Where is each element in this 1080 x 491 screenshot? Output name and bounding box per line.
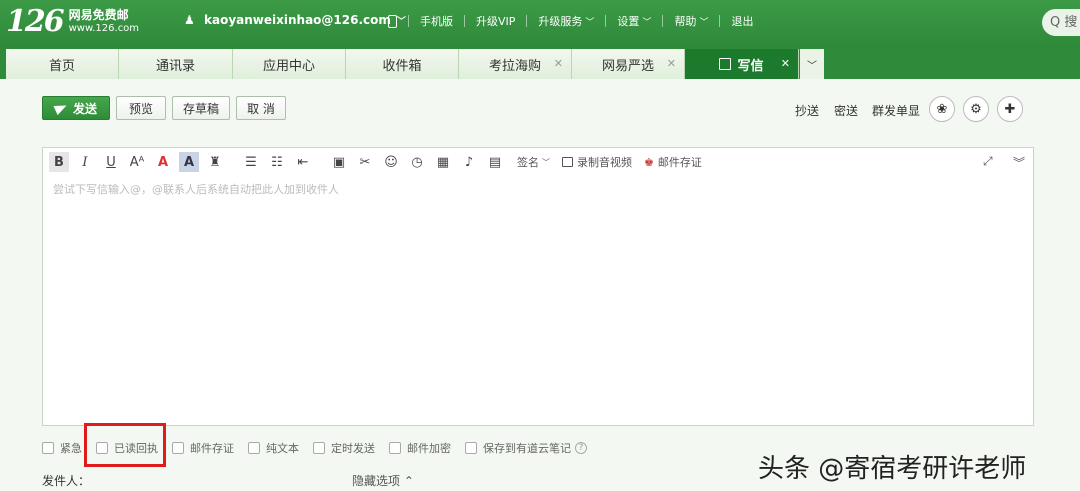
tab-kaola[interactable]: 考拉海购 ✕ bbox=[459, 49, 572, 79]
account-menu[interactable]: ♟ kaoyanweixinhao@126.com ﹀ bbox=[184, 13, 406, 27]
cancel-button[interactable]: 取 消 bbox=[236, 96, 286, 120]
hide-options-link[interactable]: 隐藏选项 ⌃ bbox=[352, 472, 414, 489]
sender-label: 发件人： bbox=[42, 474, 91, 488]
font-size-icon[interactable]: Aᴬ bbox=[127, 152, 147, 172]
cc-link[interactable]: 抄送 bbox=[795, 102, 819, 119]
search-input[interactable]: Q 搜 bbox=[1042, 9, 1080, 36]
logo[interactable]: 126 网易免费邮 www.126.com bbox=[6, 5, 139, 39]
collapse-toolbar-icon[interactable]: ︾ bbox=[1013, 154, 1025, 171]
indent-icon[interactable]: ⇤ bbox=[293, 152, 313, 172]
time-icon[interactable]: ◷ bbox=[407, 152, 427, 172]
stamp-icon: ♚ bbox=[644, 155, 654, 169]
checkbox[interactable] bbox=[465, 442, 477, 454]
logo-name: 网易免费邮 bbox=[68, 8, 129, 22]
tab-inbox[interactable]: 收件箱 bbox=[346, 49, 459, 79]
list-icon[interactable]: ☷ bbox=[267, 152, 287, 172]
tab-app-center[interactable]: 应用中心 bbox=[233, 49, 346, 79]
checkbox[interactable] bbox=[389, 442, 401, 454]
mail-evidence-button[interactable]: ♚ 邮件存证 bbox=[644, 154, 702, 170]
help-icon[interactable]: ? bbox=[575, 442, 587, 454]
send-icon bbox=[53, 100, 69, 116]
close-icon[interactable]: ✕ bbox=[667, 57, 676, 70]
bold-icon[interactable]: B bbox=[49, 152, 69, 172]
tab-yanxuan[interactable]: 网易严选 ✕ bbox=[572, 49, 685, 79]
calendar-icon[interactable]: ▦ bbox=[433, 152, 453, 172]
top-bar: 126 网易免费邮 www.126.com ♟ kaoyanweixinhao@… bbox=[0, 0, 1080, 46]
expand-icon[interactable]: ⤢ bbox=[983, 154, 993, 169]
add-contact-icon[interactable]: ✚ bbox=[997, 96, 1023, 122]
link-upgrade-service[interactable]: 升级服务 bbox=[538, 13, 582, 29]
editor-placeholder: 尝试下写信输入@，@联系人后系统自动把此人加到收件人 bbox=[53, 183, 339, 196]
option-scheduled-send[interactable]: 定时发送 bbox=[313, 440, 375, 456]
checkbox[interactable] bbox=[42, 442, 54, 454]
checkbox[interactable] bbox=[313, 442, 325, 454]
tab-more-button[interactable]: ﹀ bbox=[800, 49, 824, 79]
tab-contacts[interactable]: 通讯录 bbox=[119, 49, 233, 79]
underline-icon[interactable]: U bbox=[101, 152, 121, 172]
tab-bar: 首页 通讯录 应用中心 收件箱 考拉海购 ✕ 网易严选 ✕ 写信 ✕ ﹀ bbox=[0, 46, 1080, 79]
chevron-down-icon: ﹀ bbox=[585, 17, 595, 28]
watermark: 头条 @寄宿考研许老师 bbox=[758, 454, 1027, 484]
font-color-icon[interactable]: A bbox=[153, 152, 173, 172]
chevron-down-icon: ﹀ bbox=[642, 17, 652, 28]
user-icon: ♟ bbox=[184, 13, 195, 27]
option-urgent[interactable]: 紧急 bbox=[42, 440, 82, 456]
option-plain-text[interactable]: 纯文本 bbox=[248, 440, 299, 456]
screenshot-icon[interactable]: ✂ bbox=[355, 152, 375, 172]
send-button[interactable]: 发送 bbox=[42, 96, 110, 120]
option-save-youdao[interactable]: 保存到有道云笔记? bbox=[465, 440, 587, 456]
chevron-down-icon: ﹀ bbox=[542, 157, 550, 167]
checkbox[interactable] bbox=[248, 442, 260, 454]
close-icon[interactable]: ✕ bbox=[554, 57, 563, 70]
format-brush-icon[interactable]: ♜ bbox=[205, 152, 225, 172]
chevron-down-icon: ﹀ bbox=[807, 60, 817, 72]
separate-send-link[interactable]: 群发单显 bbox=[872, 102, 920, 119]
link-help[interactable]: 帮助 bbox=[674, 13, 696, 29]
chevron-down-icon: ﹀ bbox=[699, 17, 709, 28]
compose-toolbar: 发送 预览 存草稿 取 消 抄送 密送 群发单显 ❀ ⚙ ✚ bbox=[0, 79, 1080, 127]
mail-editor[interactable]: B I U Aᴬ A A ♜ ☰ ☷ ⇤ ▣ ✂ ☺ ◷ ▦ ♪ ▤ 签名 ﹀ 录… bbox=[42, 147, 1034, 426]
option-mail-evidence[interactable]: 邮件存证 bbox=[172, 440, 234, 456]
compose-icon bbox=[719, 58, 732, 70]
align-icon[interactable]: ☰ bbox=[241, 152, 261, 172]
save-draft-button[interactable]: 存草稿 bbox=[172, 96, 230, 120]
tab-home[interactable]: 首页 bbox=[6, 49, 119, 79]
italic-icon[interactable]: I bbox=[75, 152, 95, 172]
account-email: kaoyanweixinhao@126.com bbox=[204, 13, 391, 27]
top-links: 手机版 升级VIP 升级服务 ﹀ 设置 ﹀ 帮助 ﹀ 退出 bbox=[388, 13, 753, 29]
highlight-icon[interactable]: A bbox=[179, 152, 199, 172]
editor-toolbar: B I U Aᴬ A A ♜ ☰ ☷ ⇤ ▣ ✂ ☺ ◷ ▦ ♪ ▤ 签名 ﹀ 录… bbox=[43, 148, 1033, 176]
gear-icon[interactable]: ⚙ bbox=[963, 96, 989, 122]
close-icon[interactable]: ✕ bbox=[781, 57, 790, 70]
image-icon[interactable]: ▣ bbox=[329, 152, 349, 172]
logo-number: 126 bbox=[6, 4, 65, 39]
link-mobile[interactable]: 手机版 bbox=[420, 13, 453, 29]
link-upgrade-vip[interactable]: 升级VIP bbox=[476, 13, 515, 29]
record-video-button[interactable]: 录制音视频 bbox=[562, 154, 632, 170]
preview-button[interactable]: 预览 bbox=[116, 96, 166, 120]
link-logout[interactable]: 退出 bbox=[731, 13, 753, 29]
template-icon[interactable]: ▤ bbox=[485, 152, 505, 172]
stationery-icon[interactable]: ❀ bbox=[929, 96, 955, 122]
checkbox[interactable] bbox=[172, 442, 184, 454]
link-settings[interactable]: 设置 bbox=[617, 13, 639, 29]
logo-url: www.126.com bbox=[68, 23, 140, 34]
emoji-icon[interactable]: ☺ bbox=[381, 152, 401, 172]
video-icon bbox=[562, 157, 573, 167]
option-encrypt[interactable]: 邮件加密 bbox=[389, 440, 451, 456]
signature-menu[interactable]: 签名 ﹀ bbox=[517, 154, 550, 170]
bcc-link[interactable]: 密送 bbox=[834, 102, 858, 119]
phone-icon bbox=[388, 14, 397, 28]
microphone-icon[interactable]: ♪ bbox=[459, 152, 479, 172]
highlight-box bbox=[84, 423, 166, 467]
tab-compose[interactable]: 写信 ✕ bbox=[685, 49, 799, 79]
